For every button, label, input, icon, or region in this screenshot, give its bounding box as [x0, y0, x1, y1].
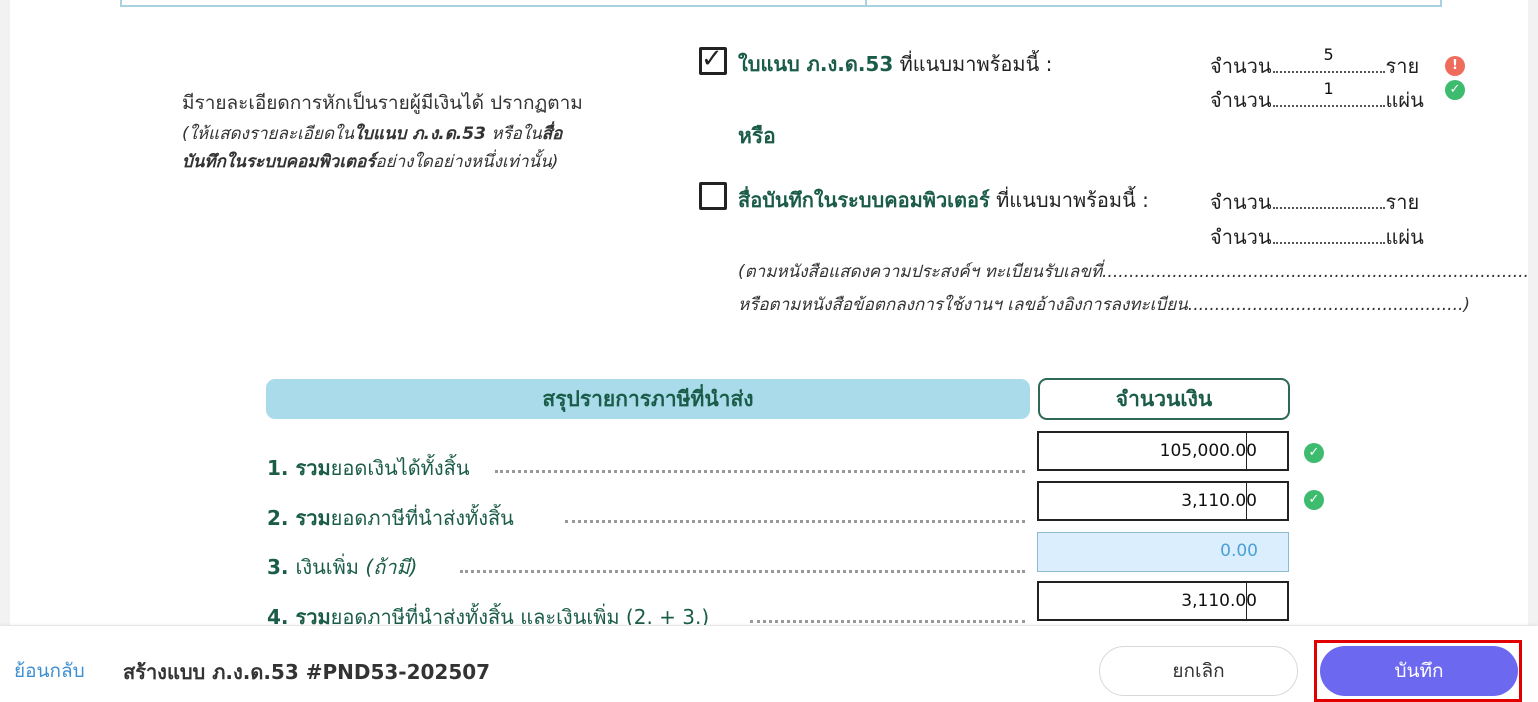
- attachment-form-sheets-row: จำนวน 1 แผ่น: [1210, 79, 1424, 112]
- attachment-form-count-row: จำนวน 5 ราย: [1210, 45, 1420, 78]
- scrollbar[interactable]: [1528, 0, 1538, 625]
- summary-row-label: 3. เงินเพิ่ม (ถ้ามี): [267, 555, 418, 579]
- check-circle-icon: ✓: [1304, 490, 1324, 510]
- total-income-field[interactable]: 105,000.00: [1037, 431, 1289, 471]
- attachment-sheets-value: 1: [1323, 79, 1334, 98]
- attachment-note: มีรายละเอียดการหักเป็นรายผู้มีเงินได้ ปร…: [182, 88, 642, 178]
- computer-media-checkbox[interactable]: [699, 182, 727, 210]
- registration-note-1: (ตามหนังสือแสดงความประสงค์ฯ ทะเบียนรับเล…: [738, 262, 1528, 282]
- form-paper: มีรายละเอียดการหักเป็นรายผู้มีเงินได้ ปร…: [10, 0, 1528, 625]
- summary-row-label: 1. รวมยอดเงินได้ทั้งสิ้น: [267, 456, 470, 480]
- footer-bar: ย้อนกลับ สร้างแบบ ภ.ง.ด.53 #PND53-202507…: [0, 626, 1538, 702]
- cancel-button[interactable]: ยกเลิก: [1099, 646, 1298, 696]
- previous-section-border: [120, 0, 1442, 7]
- or-label: หรือ: [738, 124, 776, 148]
- attachment-note-hint-2: บันทึกในระบบคอมพิวเตอร์อย่างใดอย่างหนึ่ง…: [182, 152, 559, 172]
- check-circle-icon: ✓: [1304, 443, 1324, 463]
- back-link[interactable]: ย้อนกลับ: [14, 656, 85, 686]
- warning-icon: !: [1445, 56, 1465, 76]
- check-circle-icon: ✓: [1445, 80, 1465, 100]
- summary-row-label: 2. รวมยอดภาษีที่นำส่งทั้งสิ้น: [267, 506, 514, 530]
- attachment-form-checkbox[interactable]: ✓: [699, 44, 727, 75]
- computer-media-count-row: จำนวน ราย: [1210, 190, 1420, 214]
- attachment-note-main: มีรายละเอียดการหักเป็นรายผู้มีเงินได้ ปร…: [182, 92, 583, 114]
- attachment-form-label: ใบแนบ ภ.ง.ด.53 ที่แนบมาพร้อมนี้ :: [738, 52, 1053, 76]
- save-button[interactable]: บันทึก: [1320, 646, 1518, 696]
- total-tax-field[interactable]: 3,110.00: [1037, 481, 1289, 521]
- computer-media-sheets-row: จำนวน แผ่น: [1210, 225, 1424, 249]
- summary-row-label: 4. รวมยอดภาษีที่นำส่งทั้งสิ้น และเงินเพิ…: [267, 605, 710, 625]
- grand-total-field[interactable]: 3,110.00: [1037, 581, 1289, 621]
- surcharge-input[interactable]: 0.00: [1037, 532, 1289, 572]
- page-title: สร้างแบบ ภ.ง.ด.53 #PND53-202507: [123, 660, 491, 684]
- attachment-count-value: 5: [1323, 45, 1334, 64]
- amount-header: จำนวนเงิน: [1038, 378, 1290, 420]
- checkmark-icon: ✓: [701, 44, 723, 74]
- computer-media-label: สื่อบันทึกในระบบคอมพิวเตอร์ ที่แนบมาพร้อ…: [738, 188, 1149, 212]
- registration-note-2: หรือตามหนังสือข้อตกลงการใช้งานฯ เลขอ้างอ…: [738, 295, 1471, 315]
- summary-title: สรุปรายการภาษีที่นำส่ง: [266, 379, 1030, 419]
